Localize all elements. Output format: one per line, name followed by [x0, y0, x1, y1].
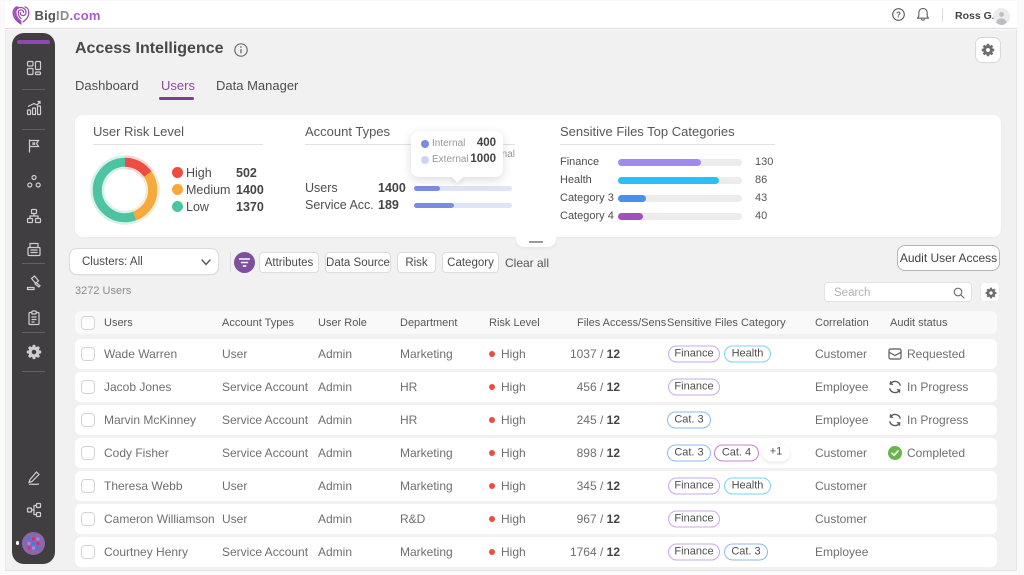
- svg-text:?: ?: [896, 10, 901, 19]
